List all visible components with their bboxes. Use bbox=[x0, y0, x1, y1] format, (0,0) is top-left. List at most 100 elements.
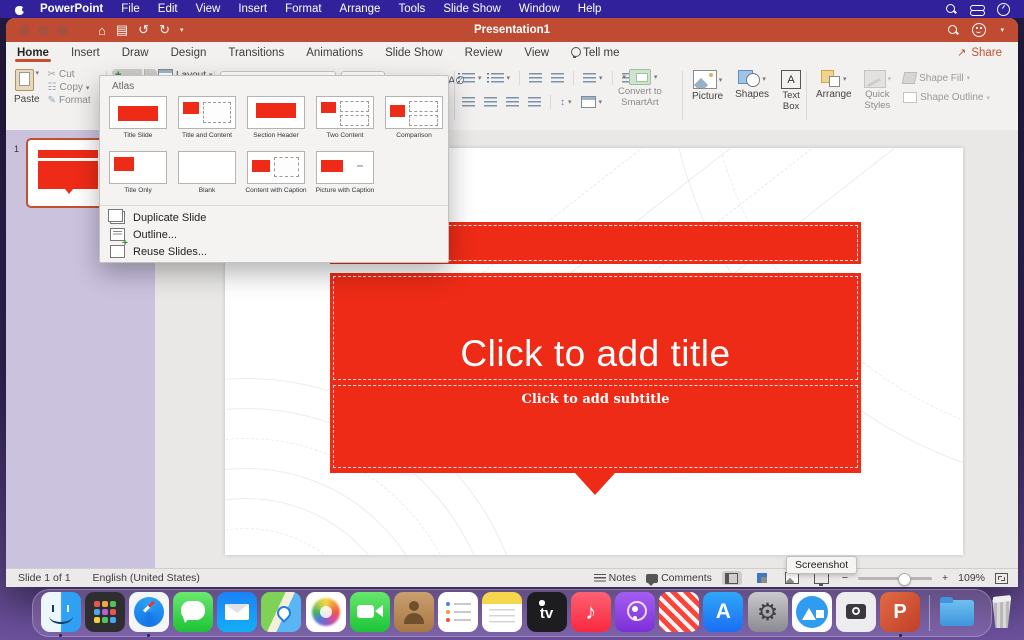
redo-icon[interactable]: ↻ bbox=[159, 22, 170, 38]
comments-button[interactable]: Comments bbox=[646, 572, 712, 584]
dock-item-podcasts[interactable] bbox=[614, 590, 655, 636]
tab-view[interactable]: View bbox=[513, 42, 560, 63]
dock-item-photos[interactable] bbox=[305, 590, 346, 636]
minimize-window-button[interactable] bbox=[38, 25, 49, 36]
dock-item-appstore[interactable] bbox=[703, 590, 744, 636]
menubar-item-window[interactable]: Window bbox=[510, 3, 569, 15]
dock-item-trash[interactable] bbox=[981, 590, 1022, 636]
normal-view-button[interactable] bbox=[722, 571, 742, 585]
dock-item-settings[interactable] bbox=[747, 590, 788, 636]
tab-animations[interactable]: Animations bbox=[295, 42, 374, 63]
line-spacing-button[interactable]: ▾ bbox=[583, 73, 603, 83]
zoom-window-button[interactable] bbox=[57, 25, 68, 36]
copy-button[interactable]: ☷ Copy ▾ bbox=[48, 82, 91, 93]
subtitle-placeholder[interactable]: Click to add subtitle bbox=[333, 385, 858, 468]
dock-item-mountains-app[interactable] bbox=[791, 590, 832, 636]
dock-item-maps[interactable] bbox=[261, 590, 302, 636]
tab-tellme[interactable]: Tell me bbox=[560, 42, 630, 63]
numbering-button[interactable]: ▾ bbox=[491, 73, 511, 83]
slide-sorter-button[interactable] bbox=[752, 571, 772, 585]
notes-button[interactable]: Notes bbox=[594, 572, 636, 584]
quick-styles-button[interactable]: ▾ Quick Styles bbox=[864, 70, 892, 112]
tab-slideshow[interactable]: Slide Show bbox=[374, 42, 454, 63]
layout-option-title-and-content[interactable]: Title and Content bbox=[176, 96, 238, 139]
zoom-in-button[interactable]: + bbox=[942, 572, 948, 584]
layout-option-content-with-caption[interactable]: Content with Caption bbox=[245, 151, 307, 194]
dock-item-notes[interactable] bbox=[482, 590, 523, 636]
search-icon[interactable] bbox=[948, 25, 958, 35]
layout-option-two-content[interactable]: Two Content bbox=[314, 96, 376, 139]
customize-toolbar-chevron-icon[interactable]: ▾ bbox=[180, 26, 184, 34]
layout-option-blank[interactable]: Blank bbox=[176, 151, 238, 194]
reuse-slides-menu-item[interactable]: Reuse Slides... bbox=[110, 245, 207, 258]
dock-item-reminders[interactable] bbox=[438, 590, 479, 636]
increase-indent-button[interactable] bbox=[551, 73, 564, 83]
menubar-item-help[interactable]: Help bbox=[569, 3, 611, 15]
dock-item-downloads[interactable] bbox=[937, 590, 978, 636]
tab-transitions[interactable]: Transitions bbox=[217, 42, 295, 63]
arrange-button[interactable]: ▾ Arrange bbox=[816, 70, 852, 112]
cut-button[interactable]: ✂ Cut bbox=[48, 69, 91, 80]
language-button[interactable]: English (United States) bbox=[71, 572, 200, 584]
dock-item-launchpad[interactable] bbox=[84, 590, 125, 636]
format-painter-button[interactable]: ✎ Format bbox=[48, 95, 91, 106]
align-center-icon[interactable] bbox=[484, 97, 497, 107]
tab-home[interactable]: Home bbox=[6, 42, 60, 63]
menubar-item-tools[interactable]: Tools bbox=[389, 3, 434, 15]
shapes-button[interactable]: ▾ Shapes bbox=[735, 70, 769, 113]
tab-draw[interactable]: Draw bbox=[111, 42, 160, 63]
tab-review[interactable]: Review bbox=[454, 42, 514, 63]
layout-option-title-slide[interactable]: Title Slide bbox=[107, 96, 169, 139]
duplicate-slide-menu-item[interactable]: Duplicate Slide bbox=[110, 211, 206, 224]
dock-item-screenshot[interactable] bbox=[835, 590, 876, 636]
dock-item-powerpoint[interactable] bbox=[880, 590, 921, 636]
menubar-item-file[interactable]: File bbox=[112, 3, 149, 15]
menubar-item-arrange[interactable]: Arrange bbox=[331, 3, 390, 15]
share-button[interactable]: ↗ Share bbox=[957, 46, 1018, 59]
convert-smartart-button[interactable]: ▾ ▾ Convert to SmartArt bbox=[618, 69, 662, 109]
shape-outline-button[interactable]: Shape Outline ▾ bbox=[903, 92, 990, 103]
tab-insert[interactable]: Insert bbox=[60, 42, 111, 63]
menubar-item-view[interactable]: View bbox=[187, 3, 230, 15]
menubar-item-powerpoint[interactable]: PowerPoint bbox=[31, 3, 112, 15]
apple-logo-icon[interactable] bbox=[14, 4, 25, 15]
menubar-item-edit[interactable]: Edit bbox=[149, 3, 187, 15]
save-icon[interactable]: ▤ bbox=[116, 22, 128, 38]
menubar-item-format[interactable]: Format bbox=[276, 3, 330, 15]
layout-option-title-only[interactable]: Title Only bbox=[107, 151, 169, 194]
title-placeholder[interactable]: Click to add title bbox=[333, 276, 858, 380]
dock-item-music[interactable] bbox=[570, 590, 611, 636]
align-text-button[interactable]: ▾ bbox=[581, 96, 603, 108]
menubar-item-insert[interactable]: Insert bbox=[229, 3, 276, 15]
shape-fill-button[interactable]: Shape Fill ▾ bbox=[903, 72, 990, 84]
dock-item-facetime[interactable] bbox=[349, 590, 390, 636]
undo-icon[interactable]: ↺ bbox=[138, 22, 149, 38]
layout-option-comparison[interactable]: Comparison bbox=[383, 96, 445, 139]
layout-option-picture-with-caption[interactable]: Picture with Caption bbox=[314, 151, 376, 194]
zoom-slider-thumb[interactable] bbox=[898, 573, 911, 586]
align-justify-icon[interactable] bbox=[528, 97, 541, 107]
spotlight-search-icon[interactable] bbox=[946, 4, 956, 14]
dock-item-mail[interactable] bbox=[217, 590, 258, 636]
fit-slide-button[interactable] bbox=[995, 573, 1008, 584]
dock-item-contacts[interactable] bbox=[394, 590, 435, 636]
home-icon[interactable]: ⌂ bbox=[98, 23, 106, 38]
dock-item-finder[interactable] bbox=[40, 590, 81, 636]
menubar-item-slideshow[interactable]: Slide Show bbox=[434, 3, 510, 15]
feedback-smiley-icon[interactable] bbox=[972, 23, 986, 37]
dock-item-appletv[interactable] bbox=[526, 590, 567, 636]
align-left-icon[interactable] bbox=[462, 97, 475, 107]
textbox-button[interactable]: A Text Box bbox=[781, 70, 801, 113]
zoom-slider[interactable] bbox=[858, 577, 932, 580]
paste-button[interactable]: ▾ Paste bbox=[14, 69, 40, 106]
outline-menu-item[interactable]: Outline... bbox=[110, 228, 177, 241]
tab-design[interactable]: Design bbox=[160, 42, 218, 63]
close-window-button[interactable] bbox=[19, 25, 30, 36]
align-right-icon[interactable] bbox=[506, 97, 519, 107]
clock-icon[interactable] bbox=[997, 3, 1010, 16]
decrease-indent-button[interactable] bbox=[529, 73, 542, 83]
dock-item-messages[interactable] bbox=[173, 590, 214, 636]
picture-button[interactable]: ▾ Picture bbox=[692, 70, 723, 113]
dock-item-safari[interactable] bbox=[128, 590, 169, 636]
bullets-button[interactable]: ▾ bbox=[462, 73, 482, 83]
